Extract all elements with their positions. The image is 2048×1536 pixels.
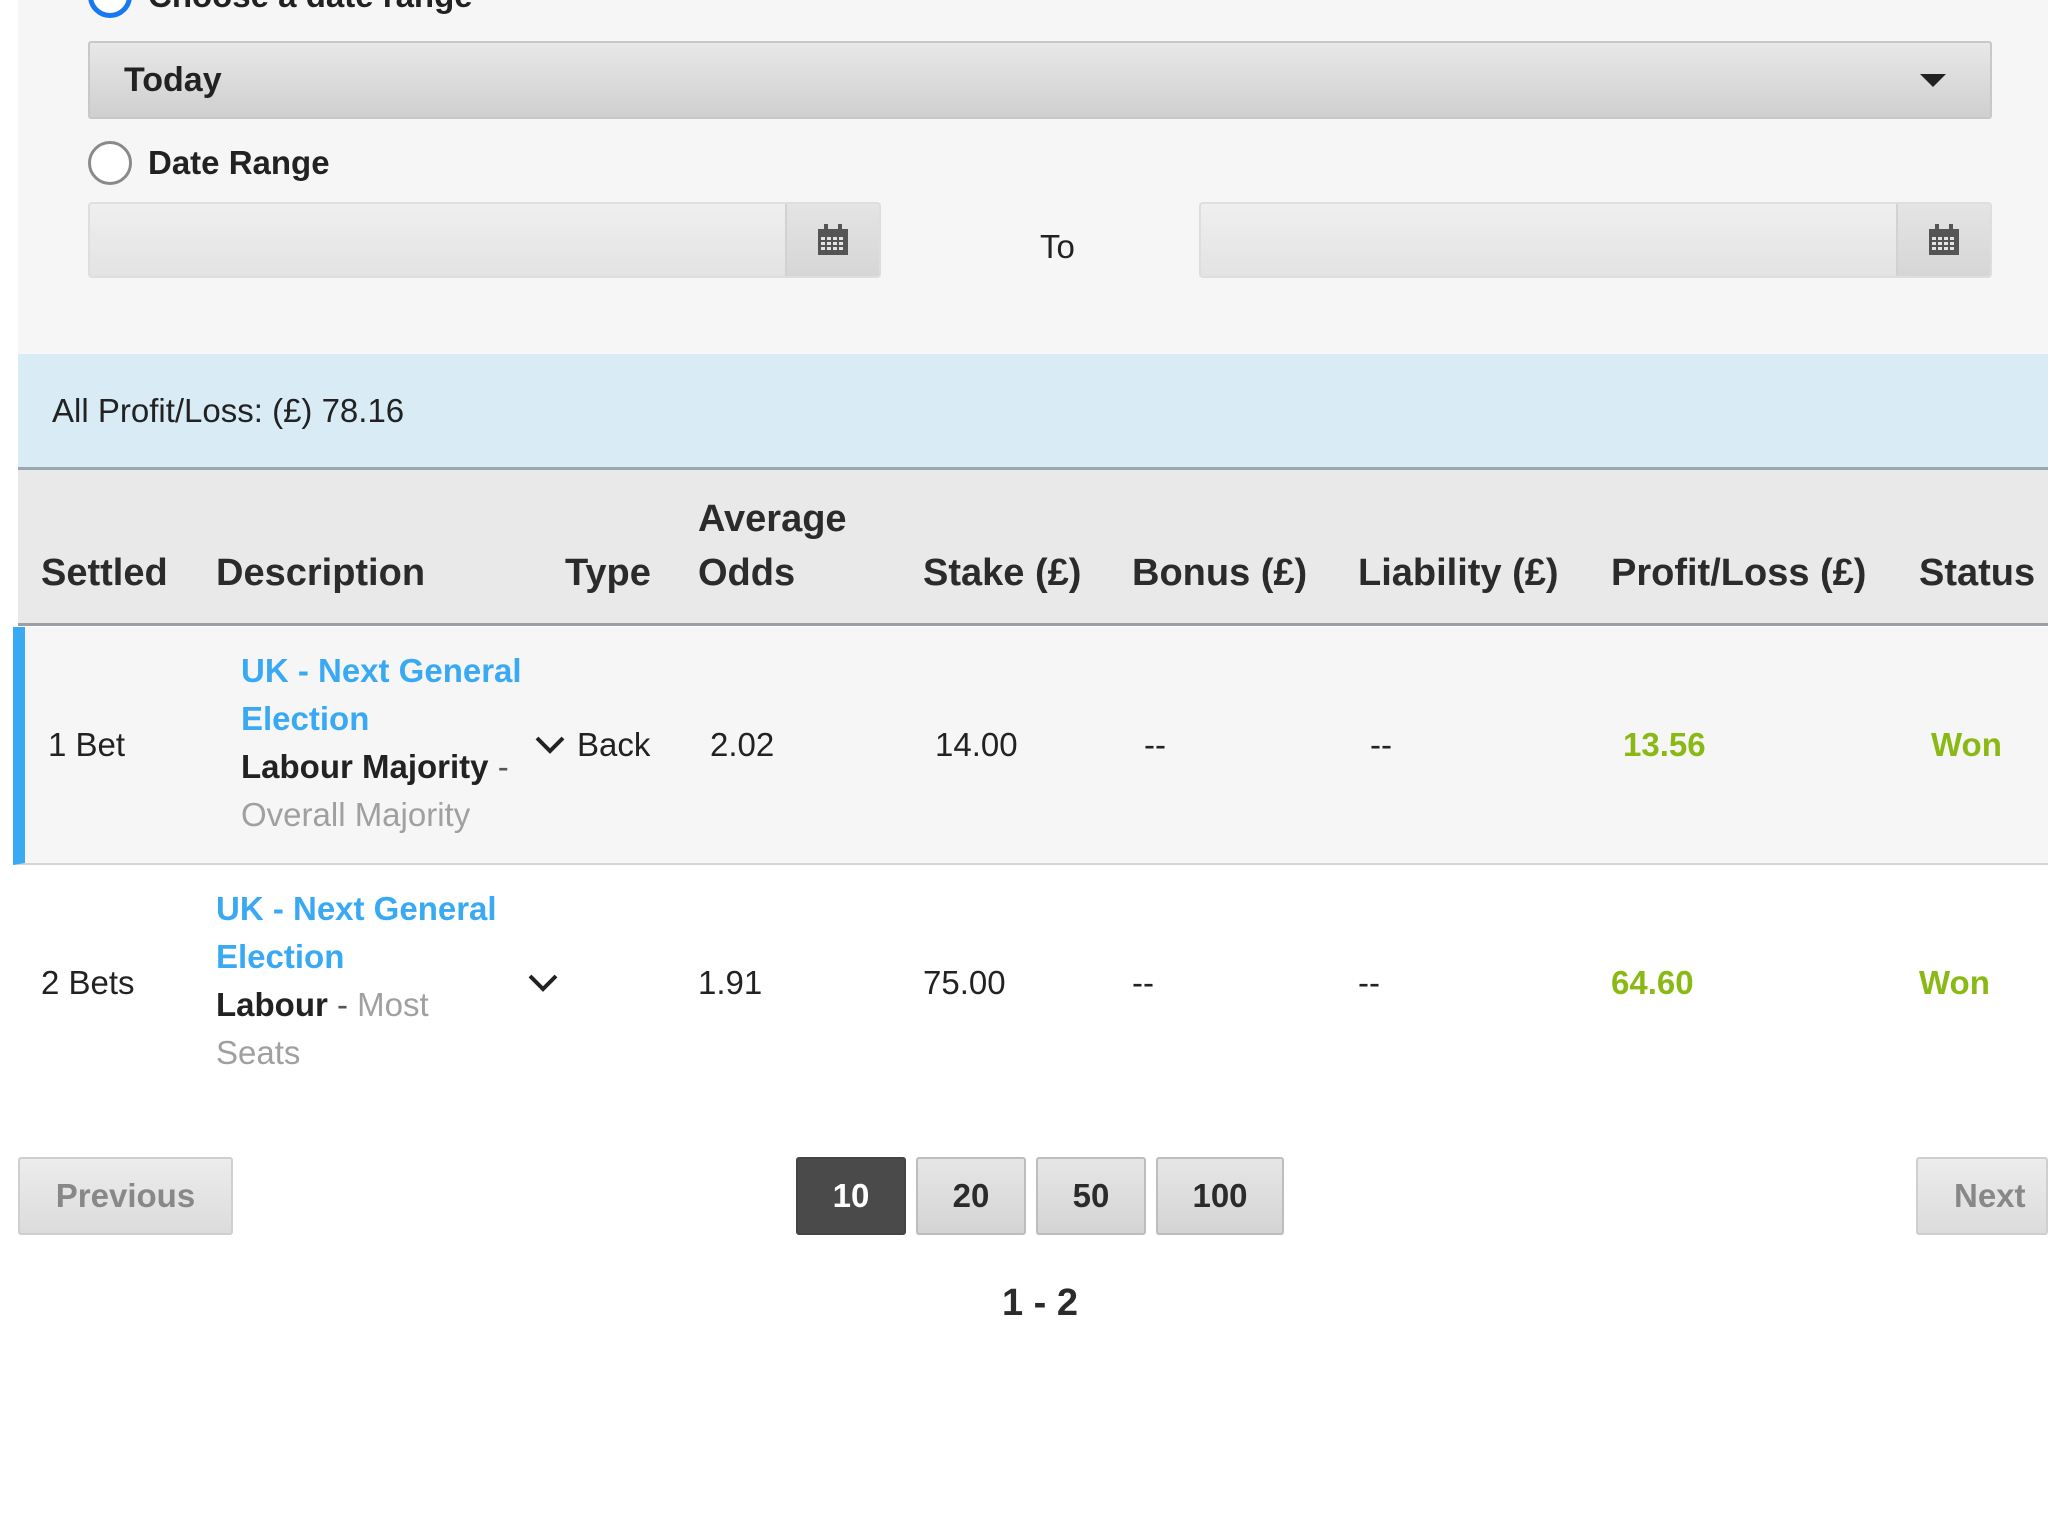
selection-name: Labour Majority <box>241 748 489 785</box>
date-filter-panel: Choose a date range Today Date Range To <box>18 0 2048 354</box>
header-liability: Liability (£) <box>1358 552 1559 594</box>
bet-description: UK - Next General Election Labour Majorit… <box>241 647 541 839</box>
table-row[interactable]: 2 Bets UK - Next General Election Labour … <box>13 865 2048 1103</box>
previous-button[interactable]: Previous <box>18 1157 233 1235</box>
settled-count: 2 Bets <box>41 964 135 1001</box>
header-settled: Settled <box>41 552 168 594</box>
date-range-option[interactable]: Date Range <box>88 141 330 185</box>
average-odds: 2.02 <box>710 726 775 763</box>
table-row[interactable]: 1 Bet UK - Next General Election Labour M… <box>13 627 2048 865</box>
header-stake: Stake (£) <box>923 552 1082 594</box>
profit-loss-value: 64.60 <box>1611 964 1694 1001</box>
to-label: To <box>1040 228 1075 265</box>
selection-name: Labour <box>216 986 328 1023</box>
header-type: Type <box>565 552 651 594</box>
market-name-continued: Seats <box>216 1034 301 1071</box>
chevron-down-icon[interactable] <box>533 727 567 761</box>
market-name: Overall Majority <box>241 796 471 833</box>
bet-type: Back <box>577 726 651 763</box>
header-status: Status <box>1919 552 2036 594</box>
event-link[interactable]: UK - Next General Election <box>216 885 516 981</box>
stake-value: 75.00 <box>923 964 1006 1001</box>
stake-value: 14.00 <box>935 726 1018 763</box>
date-range-label: Date Range <box>148 144 330 181</box>
choose-range-radio[interactable] <box>88 0 132 18</box>
next-button[interactable]: Next <box>1916 1157 2048 1235</box>
header-bonus: Bonus (£) <box>1132 552 1308 594</box>
summary-text: All Profit/Loss: (£) 78.16 <box>52 391 405 429</box>
bet-description: UK - Next General Election Labour - Most … <box>216 885 516 1077</box>
settled-count: 1 Bet <box>48 726 126 763</box>
profit-loss-summary: All Profit/Loss: (£) 78.16 <box>18 354 2048 470</box>
header-profit-loss: Profit/Loss (£) <box>1611 552 1867 594</box>
event-link[interactable]: UK - Next General Election <box>241 647 541 743</box>
date-range-select[interactable]: Today <box>88 41 1992 119</box>
choose-range-label: Choose a date range <box>148 0 473 15</box>
profit-loss-value: 13.56 <box>1623 726 1706 763</box>
page-size-10-button[interactable]: 10 <box>796 1157 906 1235</box>
page-size-20-button[interactable]: 20 <box>916 1157 1026 1235</box>
liability-value: -- <box>1358 964 1380 1001</box>
bonus-value: -- <box>1144 726 1166 763</box>
from-calendar-button[interactable] <box>785 204 879 276</box>
from-date-field[interactable] <box>90 204 785 276</box>
result-range: 1 - 2 <box>1001 1282 1079 1324</box>
header-average-odds-line1: Average <box>698 498 847 540</box>
chevron-down-icon <box>1920 73 1946 87</box>
average-odds: 1.91 <box>698 964 763 1001</box>
header-description: Description <box>216 552 426 594</box>
market-name: Most <box>357 986 429 1023</box>
date-range-selected-value: Today <box>124 60 222 99</box>
page-size-100-button[interactable]: 100 <box>1156 1157 1284 1235</box>
date-range-radio[interactable] <box>88 141 132 185</box>
status-badge: Won <box>1931 726 2002 763</box>
page-size-50-button[interactable]: 50 <box>1036 1157 1146 1235</box>
status-badge: Won <box>1919 964 1990 1001</box>
calendar-icon <box>818 224 848 255</box>
choose-range-option[interactable]: Choose a date range <box>88 0 473 18</box>
bets-table-header: Settled Description Type Average Odds St… <box>18 470 2048 626</box>
from-date-input[interactable] <box>88 202 881 278</box>
liability-value: -- <box>1370 726 1392 763</box>
chevron-down-icon[interactable] <box>526 965 560 999</box>
to-calendar-button[interactable] <box>1896 204 1990 276</box>
to-date-field[interactable] <box>1201 204 1896 276</box>
calendar-icon <box>1929 224 1959 255</box>
bonus-value: -- <box>1132 964 1154 1001</box>
to-date-input[interactable] <box>1199 202 1992 278</box>
header-average-odds-line2: Odds <box>698 552 796 594</box>
